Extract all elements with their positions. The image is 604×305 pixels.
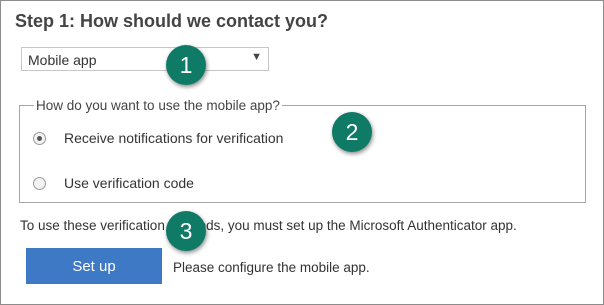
callout-badge-1: 1 — [166, 45, 206, 85]
dropdown-arrow-icon: ▼ — [251, 51, 262, 63]
contact-method-dropdown[interactable]: Mobile app ▼ — [21, 47, 269, 71]
callout-badge-2: 2 — [332, 112, 372, 152]
contact-settings-panel: Step 1: How should we contact you? Mobil… — [0, 0, 604, 305]
authenticator-info-text: To use these verification methods, you m… — [20, 218, 517, 233]
step-title: Step 1: How should we contact you? — [15, 11, 329, 31]
callout-badge-3: 3 — [166, 211, 206, 251]
set-up-button[interactable]: Set up — [26, 248, 162, 284]
option-receive-notifications[interactable]: Receive notifications for verification — [33, 130, 283, 146]
configure-status-text: Please configure the mobile app. — [173, 260, 370, 275]
radio-verification-code[interactable] — [33, 176, 46, 190]
radio-receive-notifications[interactable] — [33, 131, 46, 145]
option-label-verification-code: Use verification code — [64, 175, 194, 191]
option-label-receive-notifications: Receive notifications for verification — [64, 130, 284, 146]
contact-method-selected: Mobile app — [28, 52, 97, 68]
usage-legend: How do you want to use the mobile app? — [36, 98, 280, 113]
option-verification-code[interactable]: Use verification code — [33, 175, 194, 191]
